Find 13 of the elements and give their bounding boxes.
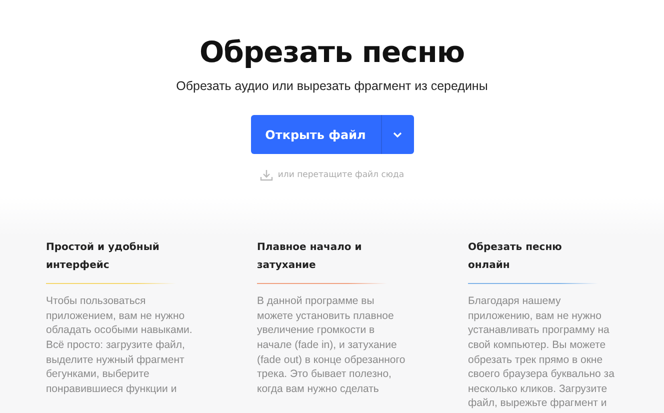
feature-title: Простой и удобный интерфейс	[46, 241, 160, 274]
feature-description: Благодаря нашему приложению, вам не нужно устанавливать программу на свой компьютер. Вы можете обрезать трек прямо в окне своего браузера буквально за несколько кликов. Загрузите файл, вырежьте фрагмент и	[468, 294, 614, 412]
download-icon	[260, 169, 273, 181]
feature-description: Чтобы пользоваться приложением, вам не нужно обладать особыми навыками. Всё просто: загрузите файл, выделите нужный фрагмент бегунками, выберите понравившиеся функции и	[46, 294, 192, 397]
feature-title: Обрезать песню онлайн	[468, 241, 563, 274]
dropdown-button[interactable]	[380, 115, 414, 154]
caret-icon	[393, 132, 402, 138]
page-subtitle: Обрезать аудио или вырезать фрагмент из середины	[176, 79, 488, 93]
feature-title: Плавное начало и затухание	[257, 241, 363, 274]
drop-hint: или перетащите файл сюда	[278, 170, 404, 180]
feature-description: В данной программе вы можете установить плавное увеличение громкости в начале (fade in), и затухание (fade out) в конце обрезанного трека. Это бывает полезно, когда вам нужно сделать	[257, 294, 406, 397]
page-title: Обрезать песню	[199, 34, 465, 71]
open-file-button[interactable]: Открыть файл	[250, 115, 380, 154]
